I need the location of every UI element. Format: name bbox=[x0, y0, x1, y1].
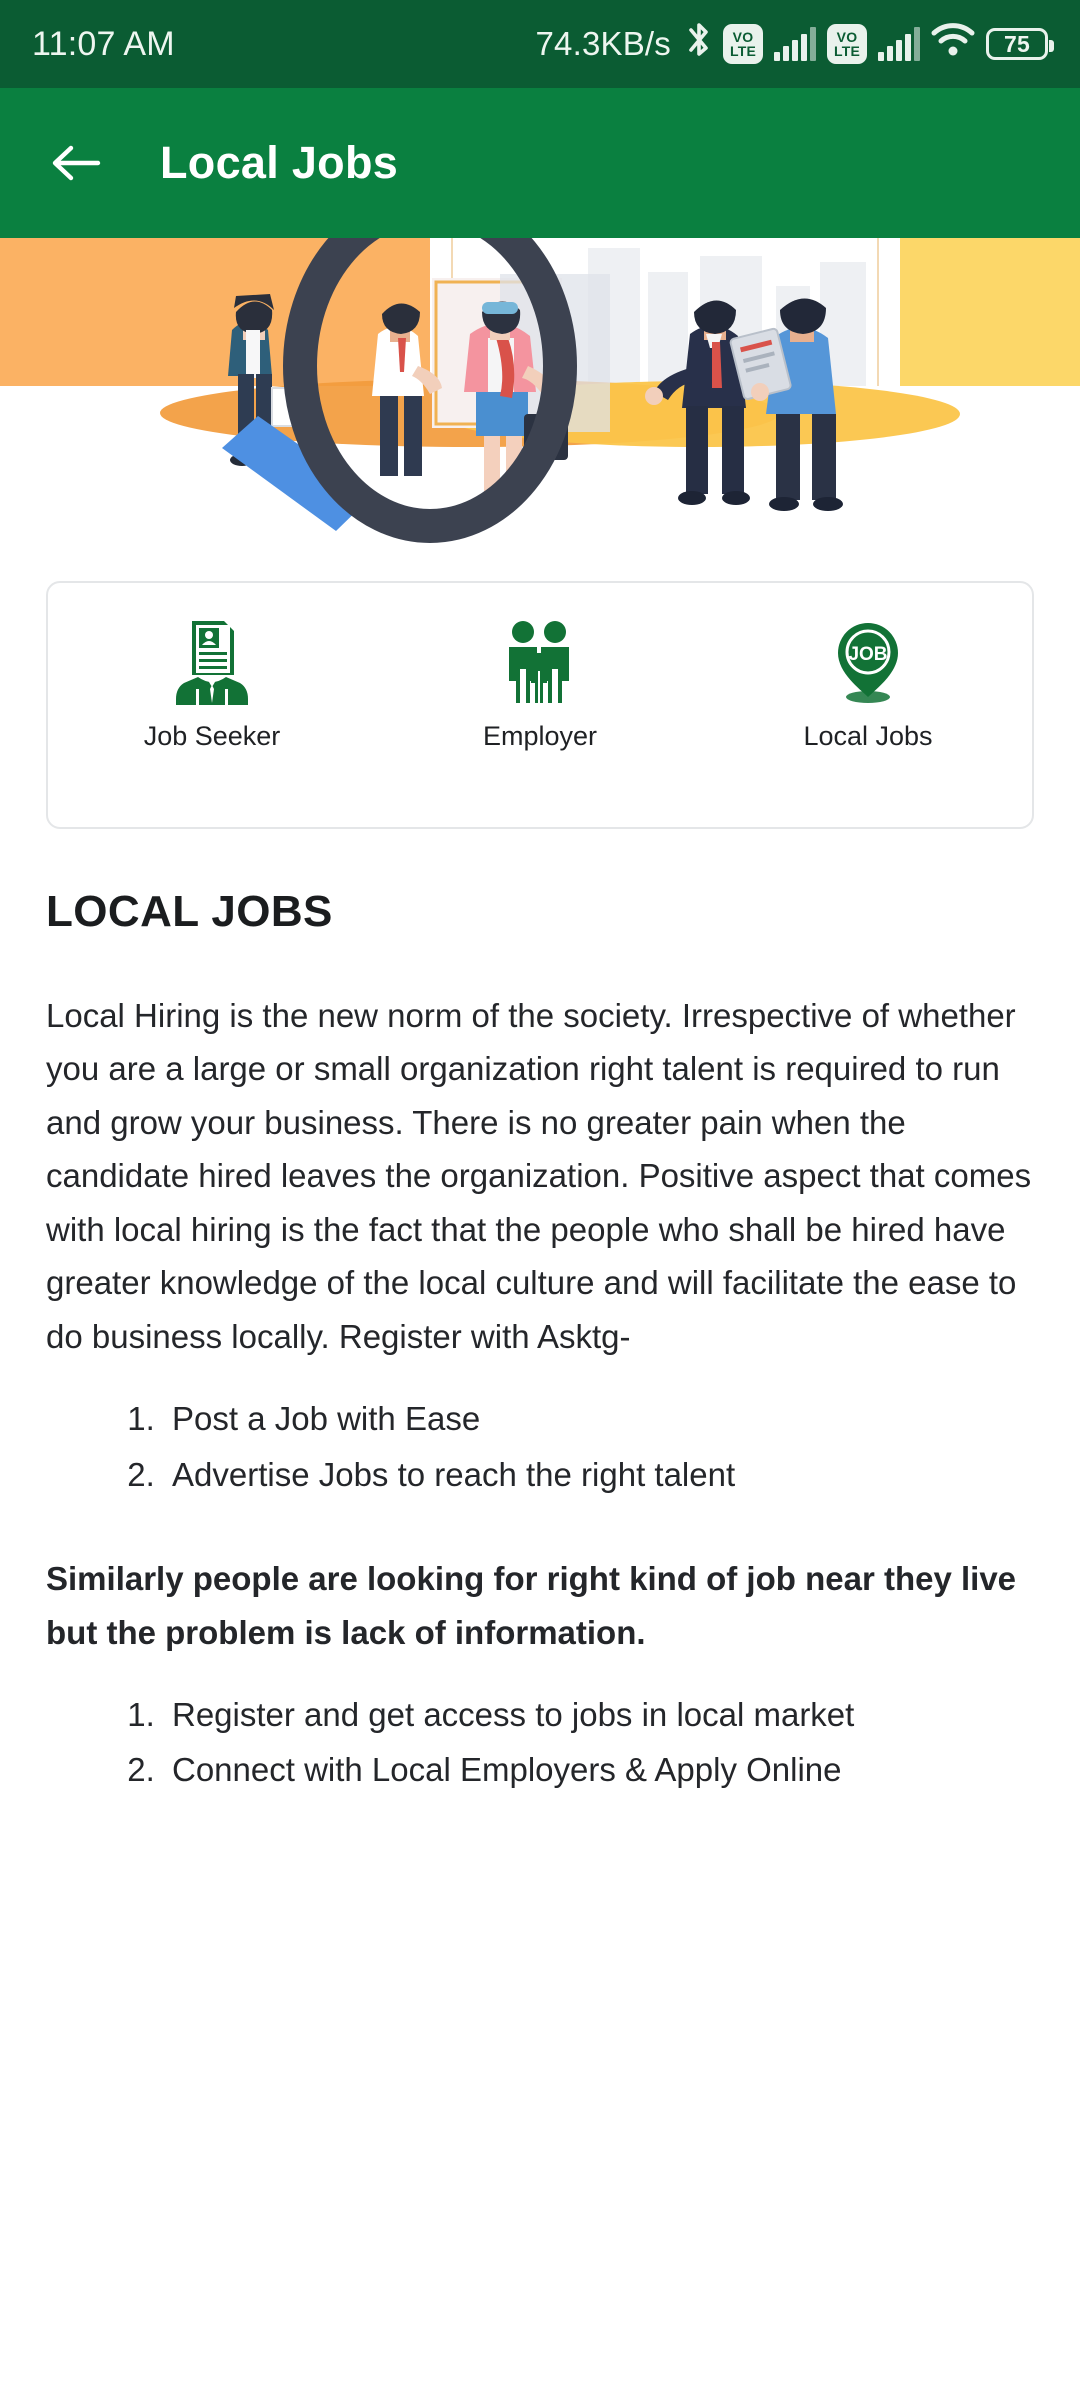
signal-bars-sim2 bbox=[878, 27, 920, 61]
arrow-left-icon bbox=[52, 145, 101, 181]
signal-bars-sim1 bbox=[774, 27, 816, 61]
status-bar: 11:07 AM 74.3KB/s VO LTE VO LTE 75 bbox=[0, 0, 1080, 88]
hero-illustration bbox=[0, 238, 1080, 543]
article-paragraph-2: Similarly people are looking for right k… bbox=[46, 1560, 1017, 1651]
list-item: Connect with Local Employers & Apply Onl… bbox=[164, 1744, 1034, 1795]
network-speed-indicator: 74.3KB/s bbox=[535, 25, 671, 62]
resume-person-icon bbox=[172, 617, 252, 705]
battery-icon: 75 bbox=[986, 28, 1054, 60]
job-map-pin-icon: JOB bbox=[827, 617, 909, 705]
svg-text:JOB: JOB bbox=[848, 644, 887, 665]
app-screen: 11:07 AM 74.3KB/s VO LTE VO LTE 75 Local… bbox=[0, 0, 1080, 2400]
article-list-1: Post a Job with Ease Advertise Jobs to r… bbox=[46, 1393, 1034, 1500]
volte-top-label: VO bbox=[732, 29, 754, 45]
article-paragraph-1: Local Hiring is the new norm of the soci… bbox=[46, 997, 1032, 1355]
bluetooth-icon bbox=[686, 21, 712, 67]
tab-employer[interactable]: Employer bbox=[376, 617, 704, 752]
article-heading: LOCAL JOBS bbox=[46, 887, 333, 936]
wifi-icon bbox=[931, 22, 975, 66]
battery-level-label: 75 bbox=[1004, 30, 1030, 57]
app-bar: Local Jobs bbox=[0, 88, 1080, 238]
volte-top-label-2: VO bbox=[836, 29, 858, 45]
tab-label-job-seeker: Job Seeker bbox=[143, 721, 281, 751]
volte-icon-sim2: VO LTE bbox=[827, 24, 867, 64]
group-people-icon bbox=[497, 617, 583, 705]
list-item: Post a Job with Ease bbox=[164, 1393, 1034, 1444]
role-selector-card: Job Seeker Employer JOB Local Jobs bbox=[46, 581, 1034, 829]
article-content: LOCAL JOBS Local Hiring is the new norm … bbox=[0, 887, 1080, 1796]
tab-label-local-jobs: Local Jobs bbox=[803, 721, 933, 751]
list-item: Advertise Jobs to reach the right talent bbox=[164, 1449, 1034, 1500]
tab-label-employer: Employer bbox=[482, 721, 598, 751]
status-bar-clock: 11:07 AM bbox=[32, 24, 175, 63]
volte-bottom-label: LTE bbox=[729, 43, 756, 59]
volte-icon-sim1: VO LTE bbox=[723, 24, 763, 64]
list-item: Register and get access to jobs in local… bbox=[164, 1689, 1034, 1740]
article-list-2: Register and get access to jobs in local… bbox=[46, 1689, 1034, 1796]
tab-local-jobs[interactable]: JOB Local Jobs bbox=[704, 617, 1032, 752]
tab-job-seeker[interactable]: Job Seeker bbox=[48, 617, 376, 752]
page-title: Local Jobs bbox=[160, 137, 399, 188]
back-button[interactable] bbox=[48, 135, 104, 191]
volte-bottom-label-2: LTE bbox=[833, 43, 860, 59]
